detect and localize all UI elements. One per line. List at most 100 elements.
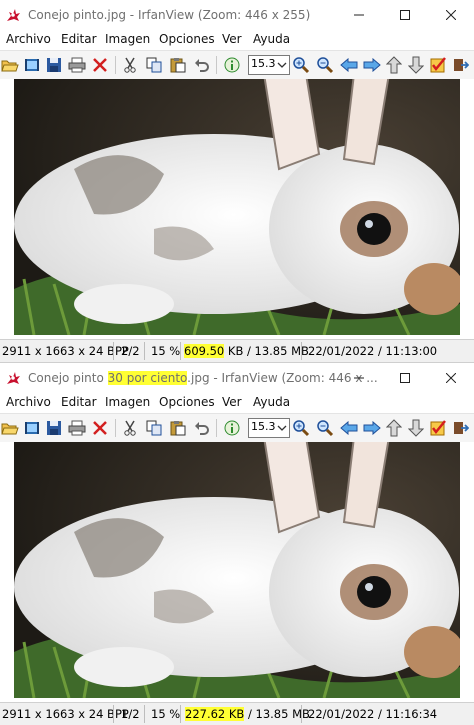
next-button[interactable] — [362, 418, 382, 438]
irfanview-app-icon — [7, 9, 20, 21]
exit-button[interactable] — [451, 418, 471, 438]
copy-button[interactable] — [144, 418, 164, 438]
zoom-select[interactable]: 15.3 — [248, 55, 290, 75]
last-button[interactable] — [406, 418, 426, 438]
delete-icon — [93, 421, 107, 435]
options-icon — [430, 57, 446, 73]
menu-bar: Archivo Editar Imagen Opciones Ver Ayuda — [0, 30, 474, 50]
options-button[interactable] — [428, 418, 448, 438]
zoom-in-button[interactable] — [291, 418, 311, 438]
copy-button[interactable] — [144, 55, 164, 75]
menu-ver[interactable]: Ver — [222, 32, 242, 46]
save-icon — [47, 421, 61, 435]
menu-archivo[interactable]: Archivo — [6, 32, 51, 46]
menu-editar[interactable]: Editar — [61, 395, 97, 409]
print-button[interactable] — [67, 55, 87, 75]
zoom-out-button[interactable] — [315, 55, 335, 75]
undo-button[interactable] — [192, 418, 212, 438]
zoom-select[interactable]: 15.3 — [248, 418, 290, 438]
menu-imagen[interactable]: Imagen — [105, 32, 150, 46]
menu-editar[interactable]: Editar — [61, 32, 97, 46]
exit-button[interactable] — [451, 55, 471, 75]
save-icon — [47, 58, 61, 72]
slideshow-icon — [25, 59, 39, 71]
undo-icon — [195, 422, 209, 435]
open-folder-icon — [1, 423, 19, 435]
chevron-down-icon — [277, 62, 287, 68]
title-bar[interactable]: Conejo pinto.jpg - IrfanView (Zoom: 446 … — [0, 0, 474, 30]
zoom-value: 15.3 — [251, 420, 276, 433]
print-button[interactable] — [67, 418, 87, 438]
slideshow-button[interactable] — [22, 55, 42, 75]
menu-ayuda[interactable]: Ayuda — [253, 32, 290, 46]
status-filesize: 227.62 KB / 13.85 MB — [185, 707, 310, 721]
minimize-button[interactable] — [336, 363, 382, 393]
menu-ver[interactable]: Ver — [222, 395, 242, 409]
title-bar[interactable]: Conejo pinto 30 por ciento.jpg - IrfanVi… — [0, 363, 474, 393]
delete-button[interactable] — [90, 418, 110, 438]
save-button[interactable] — [44, 55, 64, 75]
menu-bar: Archivo Editar Imagen Opciones Ver Ayuda — [0, 393, 474, 413]
options-icon — [430, 420, 446, 436]
open-button[interactable] — [0, 55, 20, 75]
toolbar-separator — [115, 419, 116, 437]
status-filesize: 609.50 KB / 13.85 MB — [184, 344, 309, 358]
maximize-button[interactable] — [382, 363, 428, 393]
image-viewer[interactable] — [0, 79, 474, 335]
rabbit-photo — [14, 442, 460, 698]
status-datetime: 22/01/2022 / 11:16:34 — [308, 707, 438, 721]
menu-ayuda[interactable]: Ayuda — [253, 395, 290, 409]
print-icon — [68, 57, 86, 73]
menu-opciones[interactable]: Opciones — [159, 395, 215, 409]
menu-archivo[interactable]: Archivo — [6, 395, 51, 409]
menu-imagen[interactable]: Imagen — [105, 395, 150, 409]
status-dimensions: 2911 x 1663 x 24 BPP — [2, 707, 129, 721]
open-button[interactable] — [0, 418, 20, 438]
previous-button[interactable] — [339, 418, 359, 438]
last-button[interactable] — [406, 55, 426, 75]
last-icon — [408, 419, 424, 437]
toolbar-separator — [115, 56, 116, 74]
slideshow-button[interactable] — [22, 418, 42, 438]
open-folder-icon — [1, 60, 19, 72]
zoom-in-button[interactable] — [291, 55, 311, 75]
close-button[interactable] — [428, 0, 474, 30]
zoom-value: 15.3 — [251, 57, 276, 70]
undo-button[interactable] — [192, 55, 212, 75]
status-zoom: 15 % — [151, 344, 181, 358]
next-button[interactable] — [362, 55, 382, 75]
info-button[interactable] — [222, 418, 242, 438]
irfanview-window-2: Conejo pinto 30 por ciento.jpg - IrfanVi… — [0, 363, 474, 725]
status-filesize-highlight: 609.50 — [184, 344, 225, 358]
image-viewer[interactable] — [0, 442, 474, 698]
delete-button[interactable] — [90, 55, 110, 75]
paste-button[interactable] — [168, 418, 188, 438]
first-button[interactable] — [384, 55, 404, 75]
cut-button[interactable] — [120, 418, 140, 438]
exit-icon — [454, 422, 469, 434]
options-button[interactable] — [428, 55, 448, 75]
copy-icon — [146, 57, 162, 73]
info-button[interactable] — [222, 55, 242, 75]
status-index: 1/2 — [121, 707, 140, 721]
paste-button[interactable] — [168, 55, 188, 75]
close-button[interactable] — [428, 363, 474, 393]
status-separator — [113, 705, 114, 723]
rabbit-image — [14, 79, 460, 335]
previous-button[interactable] — [339, 55, 359, 75]
status-dimensions: 2911 x 1663 x 24 BPP — [2, 344, 129, 358]
minimize-button[interactable] — [336, 0, 382, 30]
paste-icon — [170, 421, 186, 436]
status-separator — [180, 705, 181, 723]
save-button[interactable] — [44, 418, 64, 438]
menu-opciones[interactable]: Opciones — [159, 32, 215, 46]
zoom-in-icon — [293, 57, 310, 74]
zoom-out-button[interactable] — [315, 418, 335, 438]
first-button[interactable] — [384, 418, 404, 438]
maximize-button[interactable] — [382, 0, 428, 30]
window-title: Conejo pinto.jpg - IrfanView (Zoom: 446 … — [28, 8, 311, 22]
cut-button[interactable] — [120, 55, 140, 75]
irfanview-window-1: Conejo pinto.jpg - IrfanView (Zoom: 446 … — [0, 0, 474, 362]
slideshow-icon — [25, 422, 39, 434]
maximize-icon — [400, 10, 410, 20]
